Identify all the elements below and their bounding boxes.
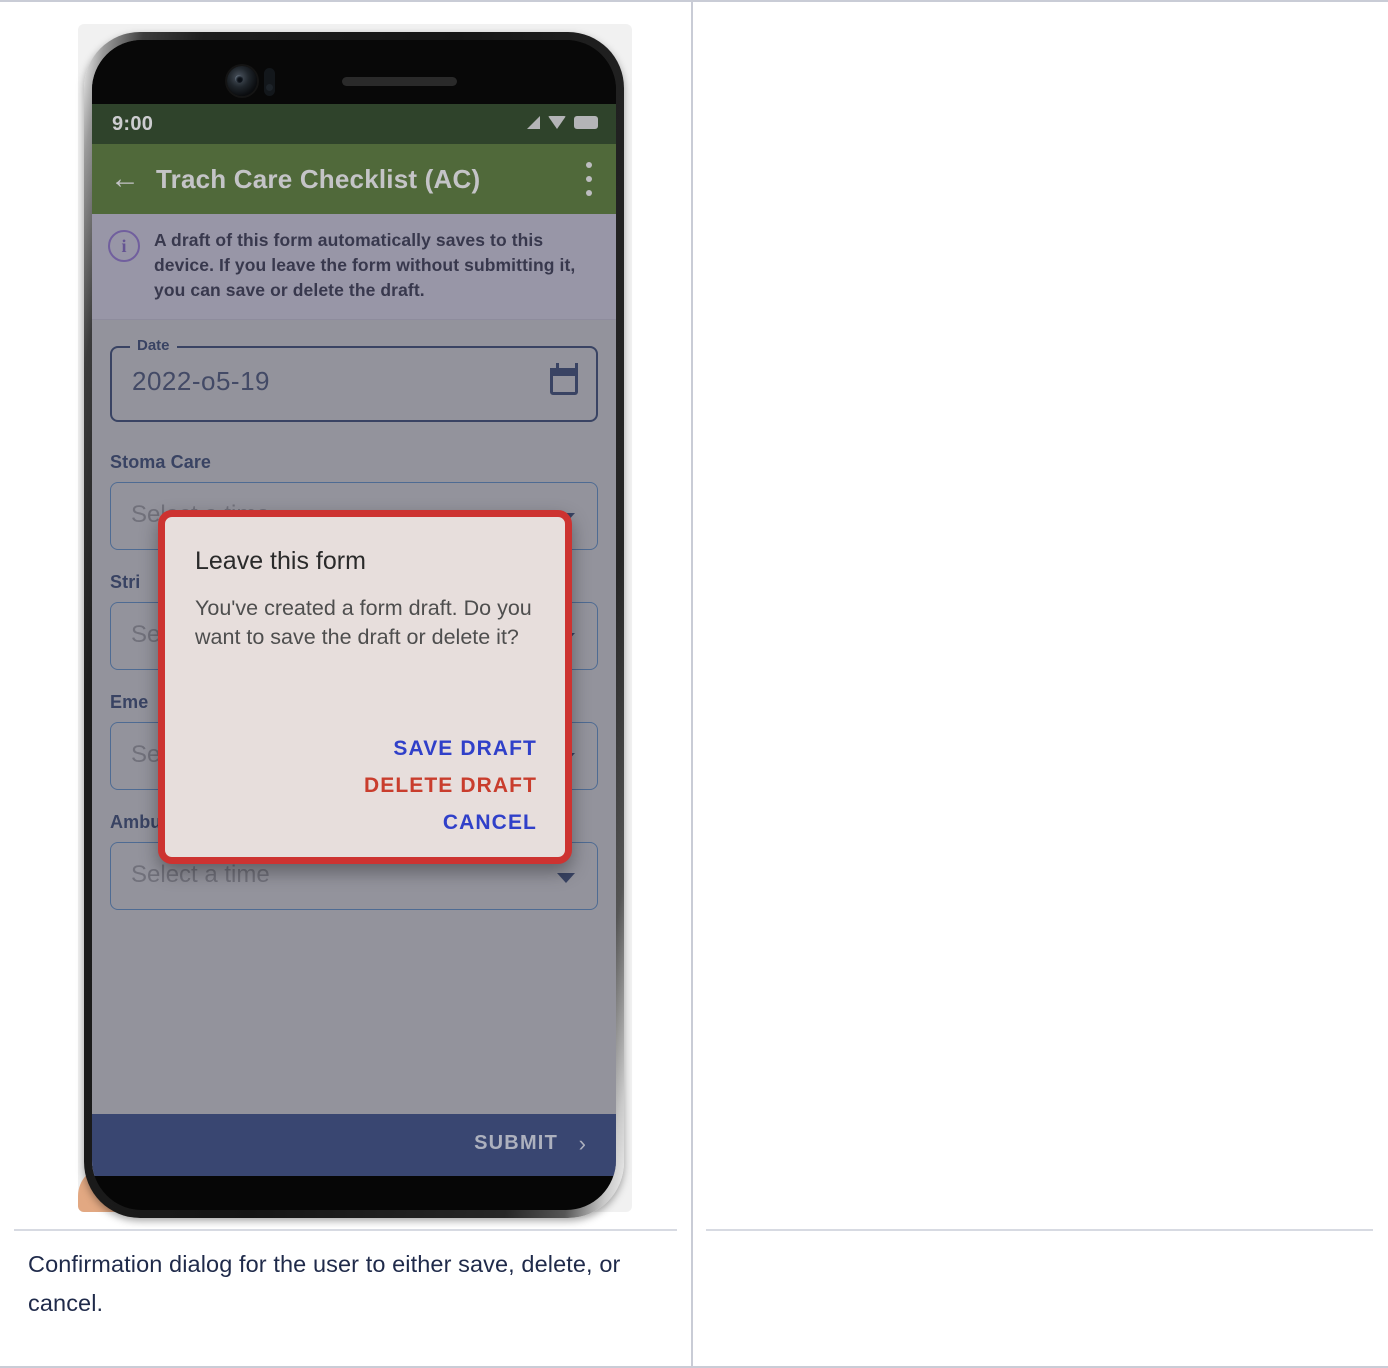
- front-camera-icon: [227, 66, 257, 96]
- phone-screen-left: 9:00 ← Trach Care Checklist (AC) i A dra…: [92, 104, 616, 1176]
- proximity-sensor-icon: [264, 68, 275, 96]
- dialog-title: Leave this form: [195, 547, 366, 575]
- cancel-button[interactable]: CANCEL: [364, 811, 537, 835]
- comparison-figure: 9:00 ← Trach Care Checklist (AC) i A dra…: [0, 0, 1388, 1368]
- leave-form-dialog: Leave this form You've created a form dr…: [158, 510, 572, 864]
- dialog-actions: SAVE DRAFT DELETE DRAFT CANCEL: [364, 724, 537, 835]
- figure-column-divider: [691, 0, 693, 1368]
- phone-notch-left: [92, 40, 616, 104]
- delete-draft-button[interactable]: DELETE DRAFT: [364, 774, 537, 798]
- dialog-body: You've created a form draft. Do you want…: [195, 596, 532, 650]
- panel-caption-left: Confirmation dialog for the user to eith…: [28, 1251, 621, 1317]
- panel-left: 9:00 ← Trach Care Checklist (AC) i A dra…: [2, 2, 691, 1366]
- earpiece-speaker: [342, 77, 457, 86]
- phone-bezel-left: 9:00 ← Trach Care Checklist (AC) i A dra…: [92, 40, 616, 1210]
- phone-device-left: 9:00 ← Trach Care Checklist (AC) i A dra…: [84, 32, 624, 1218]
- save-draft-button[interactable]: SAVE DRAFT: [364, 737, 537, 761]
- panel-right: 9:00 ← Trach Care Checklist (AC) i: [695, 2, 1386, 1366]
